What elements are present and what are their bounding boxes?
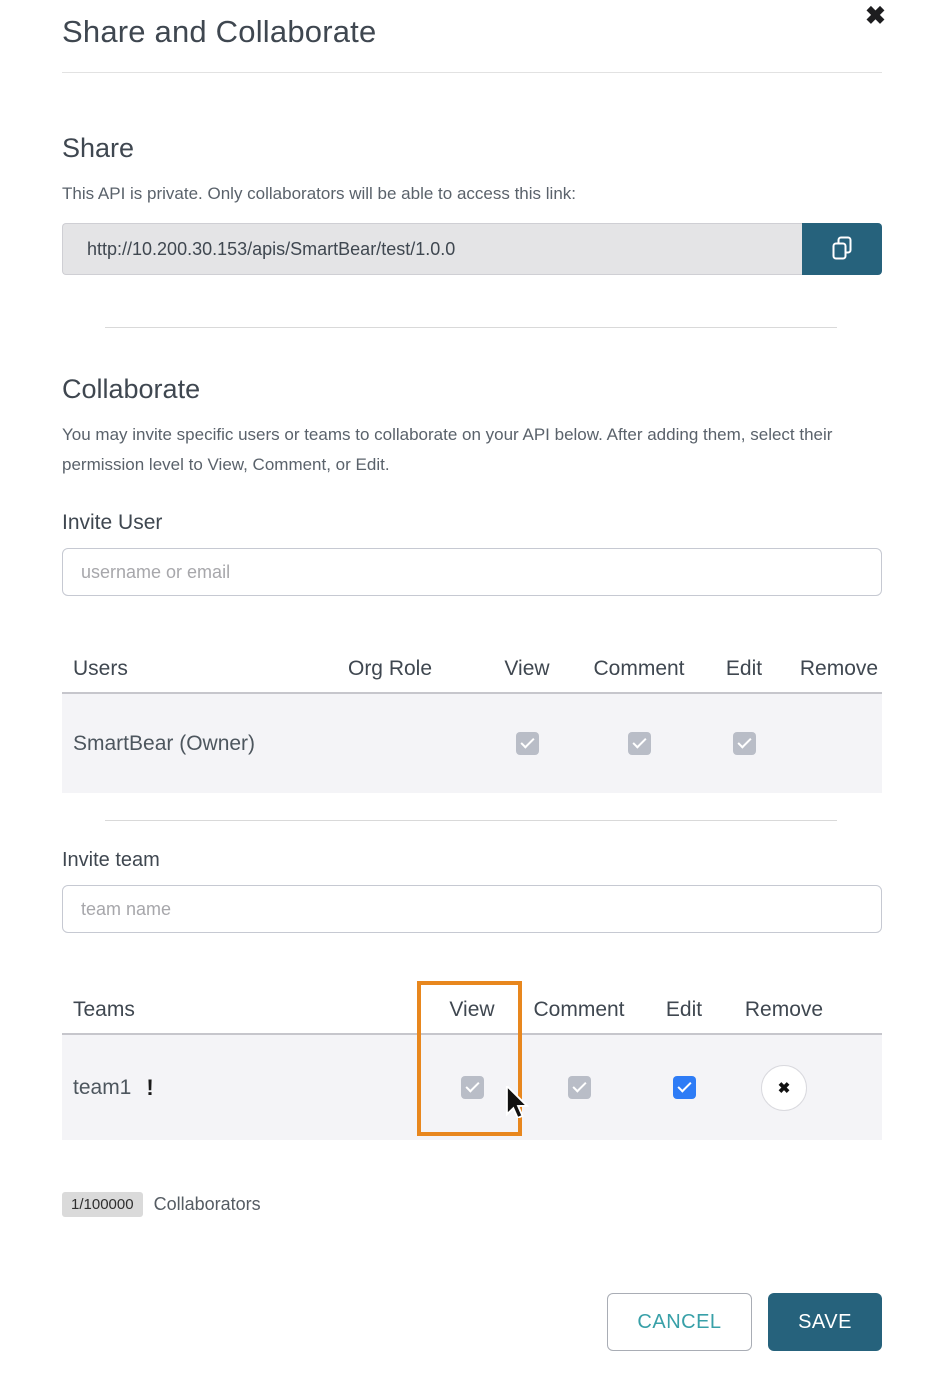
share-section-heading: Share [62, 131, 882, 165]
share-link-bar: http://10.200.30.153/apis/SmartBear/test… [62, 223, 882, 275]
users-table: Users Org Role View Comment Edit Remove … [62, 646, 882, 793]
invite-user-label: Invite User [62, 510, 882, 536]
close-icon[interactable]: ✖ [865, 2, 886, 30]
share-link-url: http://10.200.30.153/apis/SmartBear/test… [62, 223, 802, 275]
invite-team-label: Invite team [62, 847, 882, 873]
view-column-header: View [468, 657, 586, 681]
collaborators-label: Collaborators [154, 1194, 261, 1215]
invite-team-input[interactable] [62, 885, 882, 933]
remove-team-button[interactable]: ✖ [761, 1065, 807, 1111]
remove-column-header: Remove [736, 998, 832, 1022]
edit-column-header: Edit [632, 998, 736, 1022]
remove-x-icon: ✖ [778, 1079, 791, 1097]
copy-link-button[interactable] [802, 223, 882, 275]
teams-table-header: Teams View Comment Edit Remove [62, 987, 882, 1033]
divider [105, 820, 837, 821]
org-role-column-header: Org Role [312, 657, 468, 681]
collaborators-count-row: 1/100000 Collaborators [62, 1192, 882, 1217]
cancel-button[interactable]: CANCEL [607, 1293, 752, 1351]
copy-icon [830, 235, 854, 264]
dialog-header: Share and Collaborate ✖ [62, 0, 882, 52]
remove-column-header: Remove [796, 657, 882, 681]
teams-table: Teams View Comment Edit Remove team1 ! ✖ [62, 987, 882, 1140]
collaborate-description: You may invite specific users or teams t… [62, 420, 882, 480]
comment-column-header: Comment [526, 998, 632, 1022]
warning-exclamation-icon: ! [146, 1075, 153, 1101]
team-comment-checkbox [568, 1076, 591, 1099]
teams-column-header: Teams [62, 998, 418, 1022]
share-description: This API is private. Only collaborators … [62, 179, 882, 209]
divider [62, 72, 882, 73]
invite-user-input[interactable] [62, 548, 882, 596]
team-edit-checkbox[interactable] [673, 1076, 696, 1099]
dialog-footer: CANCEL SAVE [62, 1293, 882, 1351]
divider [105, 327, 837, 328]
table-row: team1 ! ✖ [62, 1035, 882, 1140]
users-column-header: Users [62, 657, 312, 681]
user-edit-checkbox [733, 732, 756, 755]
save-button[interactable]: SAVE [768, 1293, 882, 1351]
team-name: team1 [73, 1076, 131, 1100]
edit-column-header: Edit [692, 657, 796, 681]
view-column-header: View [418, 998, 526, 1022]
collaborators-count-badge: 1/100000 [62, 1192, 143, 1217]
comment-column-header: Comment [586, 657, 692, 681]
collaborate-section-heading: Collaborate [62, 372, 882, 406]
dialog-title: Share and Collaborate [62, 12, 882, 52]
team-view-checkbox [461, 1076, 484, 1099]
users-table-header: Users Org Role View Comment Edit Remove [62, 646, 882, 692]
user-name: SmartBear (Owner) [62, 732, 312, 756]
share-and-collaborate-dialog: Share and Collaborate ✖ Share This API i… [0, 0, 940, 1392]
user-comment-checkbox [628, 732, 651, 755]
table-row: SmartBear (Owner) [62, 694, 882, 793]
user-view-checkbox [516, 732, 539, 755]
